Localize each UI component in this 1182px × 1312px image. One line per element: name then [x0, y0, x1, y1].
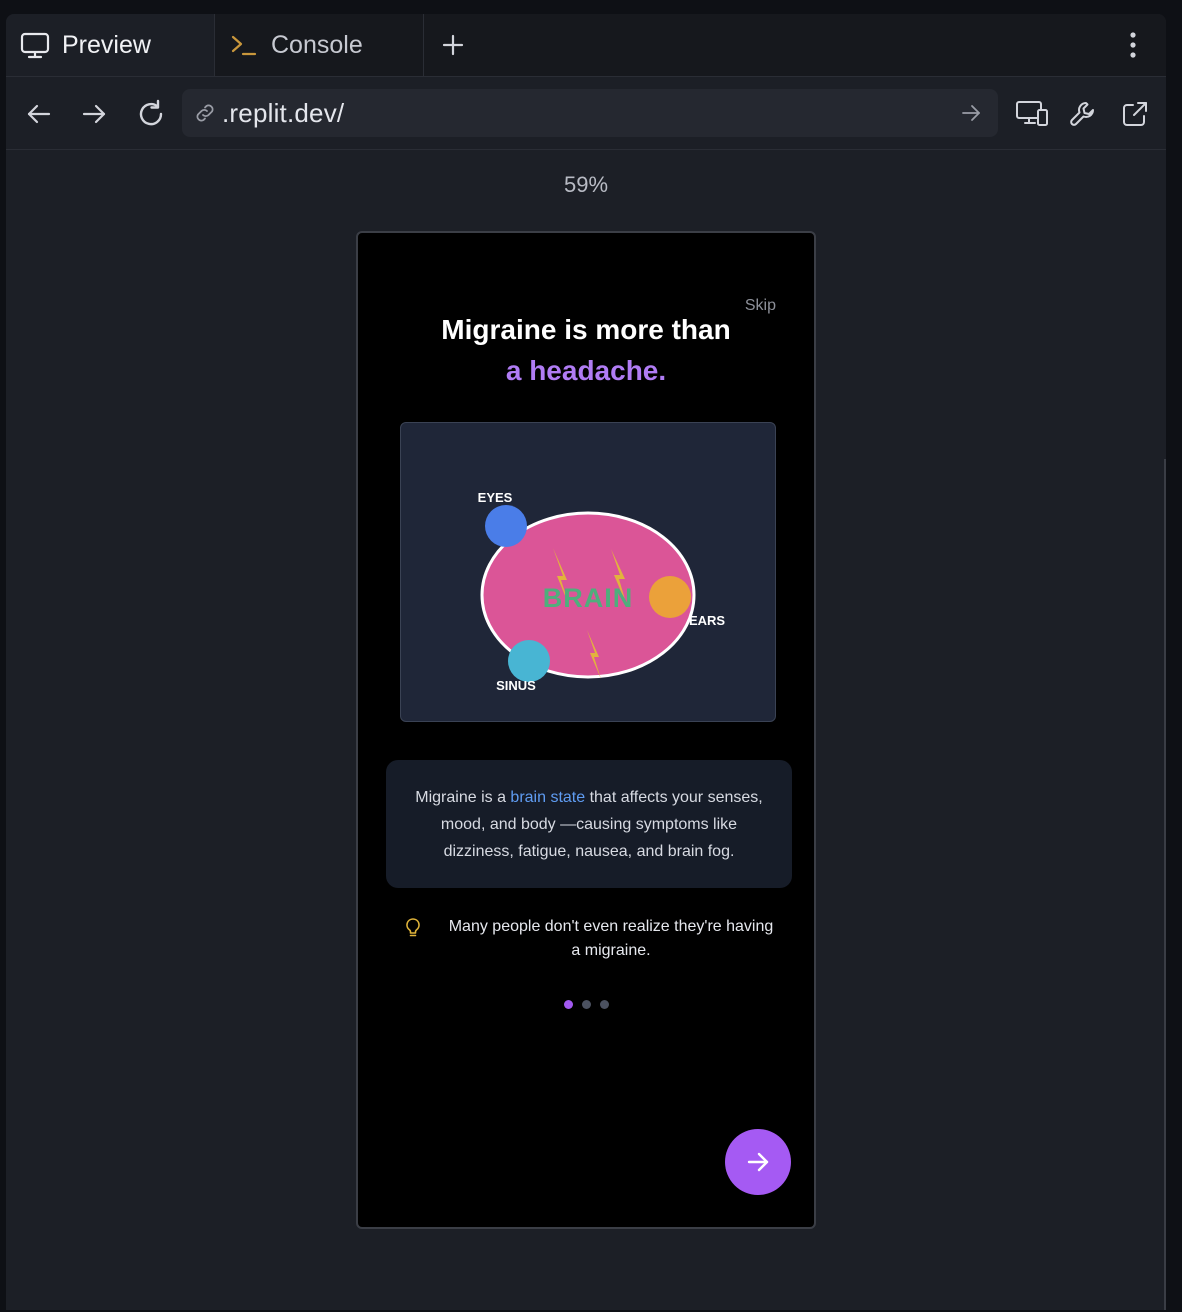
- info-card: Migraine is a brain state that affects y…: [386, 760, 792, 888]
- eyes-marker: [485, 505, 527, 547]
- plus-icon: [442, 34, 464, 56]
- ears-label: EARS: [689, 613, 725, 628]
- sinus-label: SINUS: [496, 678, 536, 693]
- preview-window: Preview Console .replit.dev/ 59% Skip Mi…: [6, 14, 1166, 1310]
- wrench-icon: [1070, 102, 1094, 126]
- pagination-dots: [358, 1000, 814, 1009]
- external-link-icon: [1123, 102, 1147, 126]
- devtools-button[interactable]: [1066, 97, 1100, 131]
- new-tab-button[interactable]: [438, 30, 468, 60]
- tab-preview-label: Preview: [62, 30, 151, 59]
- reload-icon: [139, 99, 163, 126]
- go-arrow-icon[interactable]: [958, 100, 984, 126]
- eyes-label: EYES: [478, 490, 513, 505]
- terminal-icon: [229, 30, 259, 60]
- more-options-button[interactable]: [1118, 30, 1148, 60]
- tab-console[interactable]: Console: [214, 14, 424, 76]
- pagination-dot-2[interactable]: [581, 1000, 591, 1009]
- arrow-right-icon: [747, 1152, 769, 1172]
- arrow-right-icon: [82, 104, 106, 124]
- headline-accent: a headache.: [505, 355, 667, 386]
- forward-button[interactable]: [77, 97, 111, 131]
- zoom-level: 59%: [563, 172, 609, 197]
- resize-edge[interactable]: [1164, 459, 1166, 1310]
- tab-preview[interactable]: Preview: [6, 14, 214, 76]
- pagination-dot-3[interactable]: [599, 1000, 609, 1009]
- info-highlight: brain state: [510, 789, 586, 806]
- brain-label: BRAIN: [543, 583, 634, 613]
- onboarding-headline: Migraine is more than a headache.: [358, 309, 814, 391]
- device-preview-button[interactable]: [1014, 97, 1050, 131]
- lightbulb-icon: [406, 918, 420, 937]
- kebab-menu-icon: [1130, 32, 1136, 58]
- url-text: .replit.dev/: [222, 97, 345, 128]
- tip-text: Many people don't even realize they're h…: [448, 918, 774, 959]
- info-text-before: Migraine is a: [415, 789, 511, 806]
- address-bar-row: .replit.dev/: [6, 77, 1166, 150]
- sinus-marker: [508, 640, 550, 682]
- brain-illustration: BRAIN EYES EARS SINUS: [400, 422, 776, 722]
- url-input[interactable]: .replit.dev/: [182, 89, 998, 137]
- tab-bar: Preview Console: [6, 14, 1166, 77]
- link-icon: [192, 100, 218, 126]
- open-new-tab-button[interactable]: [1118, 97, 1152, 131]
- back-button[interactable]: [22, 97, 56, 131]
- arrow-left-icon: [27, 104, 51, 124]
- headline-line1: Migraine is more than: [441, 314, 731, 345]
- reload-button[interactable]: [134, 97, 168, 131]
- tab-console-label: Console: [271, 30, 363, 59]
- monitor-icon: [20, 30, 50, 60]
- devices-icon: [1016, 101, 1048, 126]
- mobile-preview-frame: Skip Migraine is more than a headache. B…: [356, 231, 816, 1229]
- next-button[interactable]: [725, 1129, 791, 1195]
- pagination-dot-1[interactable]: [563, 1000, 573, 1009]
- ears-marker: [649, 576, 691, 618]
